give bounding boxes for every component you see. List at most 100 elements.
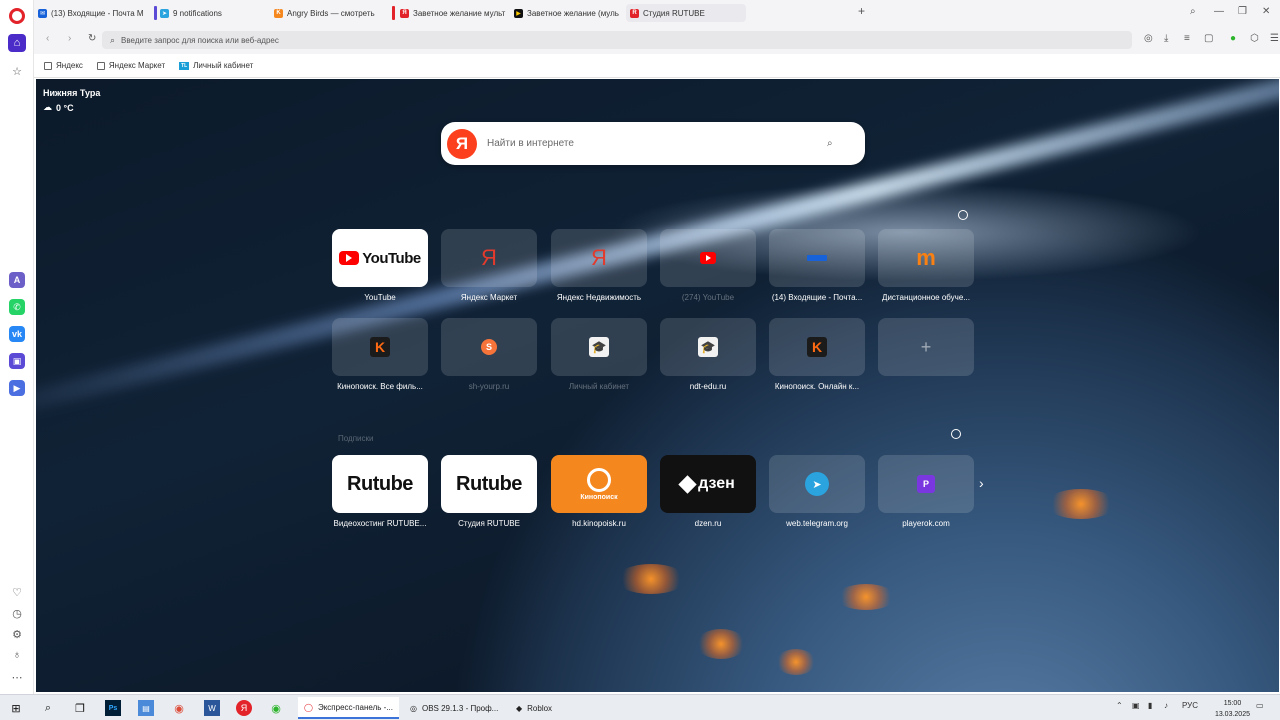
subscription-tile[interactable]: Rutube Видеохостинг RUTUBE...: [332, 455, 428, 528]
speed-dial-tile[interactable]: Я Яндекс Маркет: [441, 229, 537, 302]
history-icon[interactable]: ◷: [8, 604, 26, 622]
wallet-icon[interactable]: ▢: [1204, 33, 1213, 44]
camera-icon[interactable]: ◎: [1144, 33, 1153, 44]
subscription-tile[interactable]: ➤ web.telegram.org: [769, 455, 865, 528]
green-app-icon[interactable]: ◉: [268, 700, 284, 716]
mail-icon: [807, 255, 827, 261]
aria-icon[interactable]: A: [9, 272, 25, 288]
search-icon[interactable]: ⌕: [827, 138, 833, 149]
tab-mail[interactable]: ✉ (13) Входящие - Почта М: [38, 4, 150, 22]
tab-wish-1[interactable]: Я Заветное желание мульт: [400, 4, 508, 22]
speed-dial-tile[interactable]: YouTube YouTube: [332, 229, 428, 302]
bulb-icon[interactable]: ♁: [8, 646, 26, 664]
address-input[interactable]: [121, 35, 1072, 45]
chevron-right-icon[interactable]: ›: [979, 475, 984, 491]
speed-dial-tile[interactable]: (14) Входящие - Почта...: [769, 229, 865, 302]
speed-dial-tile[interactable]: S sh-yourp.ru: [441, 318, 537, 391]
speed-dial-tile[interactable]: K Кинопоиск. Онлайн к...: [769, 318, 865, 391]
more-icon[interactable]: ⋯: [8, 668, 26, 686]
maximize-button[interactable]: ❐: [1238, 6, 1247, 17]
tab-notifications[interactable]: ➤ 9 notifications: [160, 4, 270, 22]
photoshop-icon[interactable]: Ps: [105, 700, 121, 716]
subscriptions-title: Подписки: [338, 434, 374, 443]
tab-title: Студия RUTUBE: [643, 8, 705, 18]
search-icon: ⌕: [110, 34, 116, 45]
taskbar-app-opera[interactable]: ◯ Экспресс-панель -...: [298, 697, 399, 719]
speed-dial-tile[interactable]: m Дистанционное обуче...: [878, 229, 974, 302]
speed-dial-tile[interactable]: 🎓 ndt-edu.ru: [660, 318, 756, 391]
add-tile-button[interactable]: +: [878, 318, 974, 376]
reload-icon[interactable]: ↻: [88, 33, 96, 44]
taskbar-app-roblox[interactable]: ◆ Roblox: [510, 697, 558, 719]
whatsapp-icon[interactable]: ✆: [9, 299, 25, 315]
forward-icon[interactable]: ›: [68, 33, 71, 44]
speed-dial-tile[interactable]: Я Яндекс Недвижимость: [551, 229, 647, 302]
tile-label: Личный кабинет: [568, 382, 630, 391]
weather-widget[interactable]: Нижняя Тура ☁ 0 °C: [43, 88, 100, 113]
tab-wish-2[interactable]: ▶ Заветное желание (муль: [514, 4, 624, 22]
subscription-tile[interactable]: P playerok.com: [878, 455, 974, 528]
tab-separator: [154, 6, 157, 20]
download-icon[interactable]: ⤓: [1164, 33, 1168, 44]
page-icon: [44, 61, 52, 70]
yandex-browser-icon[interactable]: Я: [236, 700, 252, 716]
vpn-icon[interactable]: ●: [1230, 33, 1236, 44]
clock-date: 13.03.2025: [1214, 711, 1250, 718]
language-indicator[interactable]: РУС: [1182, 701, 1198, 710]
weather-temp: 0 °C: [56, 102, 74, 113]
telegram-icon: ➤: [160, 8, 169, 18]
speed-dial-tile[interactable]: K Кинопоиск. Все филь...: [332, 318, 428, 391]
customize-icon[interactable]: ☰: [1270, 33, 1279, 44]
notification-icon[interactable]: ▭: [1256, 701, 1264, 710]
file-icon[interactable]: ▤: [138, 700, 154, 716]
search-box[interactable]: Я ⌕: [441, 122, 865, 165]
new-tab-button[interactable]: +: [858, 4, 865, 18]
heart-icon[interactable]: ♡: [8, 583, 26, 601]
menu-lines-icon[interactable]: ≡: [1184, 33, 1190, 44]
windows-start-icon[interactable]: ⊞: [8, 700, 24, 716]
extensions-icon[interactable]: ⬡: [1250, 33, 1259, 44]
speed-dial-settings-icon[interactable]: [958, 210, 968, 220]
volume-icon[interactable]: ♪: [1164, 701, 1168, 710]
address-bar[interactable]: ⌕: [102, 31, 1132, 49]
opera-logo-icon[interactable]: [9, 8, 25, 24]
bookmark-yandex[interactable]: Яндекс: [44, 61, 83, 70]
bookmark-yandex-market[interactable]: Яндекс Маркет: [96, 61, 165, 70]
kinopoisk-icon: K: [807, 337, 827, 357]
back-icon[interactable]: ‹: [46, 33, 49, 44]
tile-label: ndt-edu.ru: [689, 382, 727, 391]
chrome-icon[interactable]: ◉: [171, 700, 187, 716]
tab-separator: [392, 6, 395, 20]
star-icon[interactable]: ☆: [8, 62, 26, 80]
tab-search-icon[interactable]: ⌕: [1190, 6, 1196, 17]
minimize-button[interactable]: —: [1214, 6, 1224, 17]
tray-chevron-icon[interactable]: ⌃: [1116, 701, 1123, 710]
taskbar-app-obs[interactable]: ◎ OBS 29.1.3 - Проф...: [404, 697, 504, 719]
subscriptions-settings-icon[interactable]: [951, 429, 961, 439]
clock[interactable]: 15:00 13.03.2025: [1215, 698, 1250, 720]
close-button[interactable]: ✕: [1262, 6, 1270, 17]
vk-icon[interactable]: vk: [9, 326, 25, 342]
tray-app-icon[interactable]: ▣: [1132, 701, 1140, 710]
task-view-icon[interactable]: ❐: [72, 700, 88, 716]
speed-dial-tile[interactable]: 🎓 Личный кабинет: [551, 318, 647, 391]
word-icon[interactable]: W: [204, 700, 220, 716]
subscription-tile[interactable]: Кинопоиск hd.kinopoisk.ru: [551, 455, 647, 528]
bookmark-cabinet[interactable]: TL Личный кабинет: [179, 61, 253, 70]
settings-icon[interactable]: ⚙: [8, 625, 26, 643]
moodle-icon: m: [916, 245, 936, 270]
city-lights: [696, 629, 746, 659]
tile-label: Кинопоиск. Онлайн к...: [774, 382, 860, 391]
subscription-tile[interactable]: Rutube Студия RUTUBE: [441, 455, 537, 528]
battery-icon[interactable]: ▮: [1148, 701, 1152, 710]
mail-icon: ✉: [38, 8, 47, 18]
tab-rutube-studio[interactable]: R Студия RUTUBE: [626, 4, 746, 22]
search-icon[interactable]: ⌕: [40, 700, 56, 716]
home-icon[interactable]: ⌂: [8, 34, 26, 52]
search-input[interactable]: [487, 138, 827, 149]
subscription-tile[interactable]: дзен dzen.ru: [660, 455, 756, 528]
player-icon[interactable]: ▣: [9, 353, 25, 369]
video-icon[interactable]: ▶: [9, 380, 25, 396]
tab-angry-birds[interactable]: K Angry Birds — смотреть: [274, 4, 386, 22]
speed-dial-tile[interactable]: (274) YouTube: [660, 229, 756, 302]
